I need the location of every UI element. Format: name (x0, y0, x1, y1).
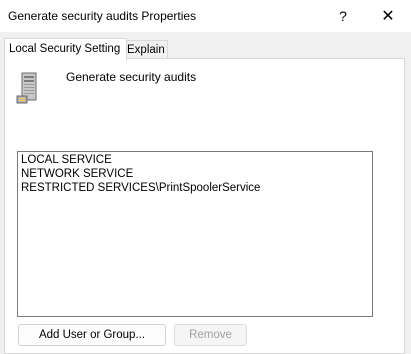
policy-name: Generate security audits (66, 70, 197, 84)
list-item[interactable]: NETWORK SERVICE (21, 167, 369, 181)
list-item[interactable]: RESTRICTED SERVICES\PrintSpoolerService (21, 181, 369, 195)
tab-local-security-setting[interactable]: Local Security Setting (4, 38, 127, 60)
window-title: Generate security audits Properties (8, 9, 197, 23)
close-button[interactable]: ✕ (366, 0, 410, 32)
computer-tower-icon (16, 72, 37, 104)
help-button[interactable]: ? (321, 0, 365, 32)
tab-explain[interactable]: Explain (122, 40, 168, 60)
list-item[interactable]: LOCAL SERVICE (21, 153, 369, 167)
accounts-listbox[interactable]: LOCAL SERVICE NETWORK SERVICE RESTRICTED… (17, 151, 373, 317)
add-user-or-group-button[interactable]: Add User or Group... (18, 324, 166, 346)
remove-button[interactable]: Remove (174, 324, 247, 346)
title-bar: Generate security audits Properties ? ✕ (0, 0, 411, 32)
